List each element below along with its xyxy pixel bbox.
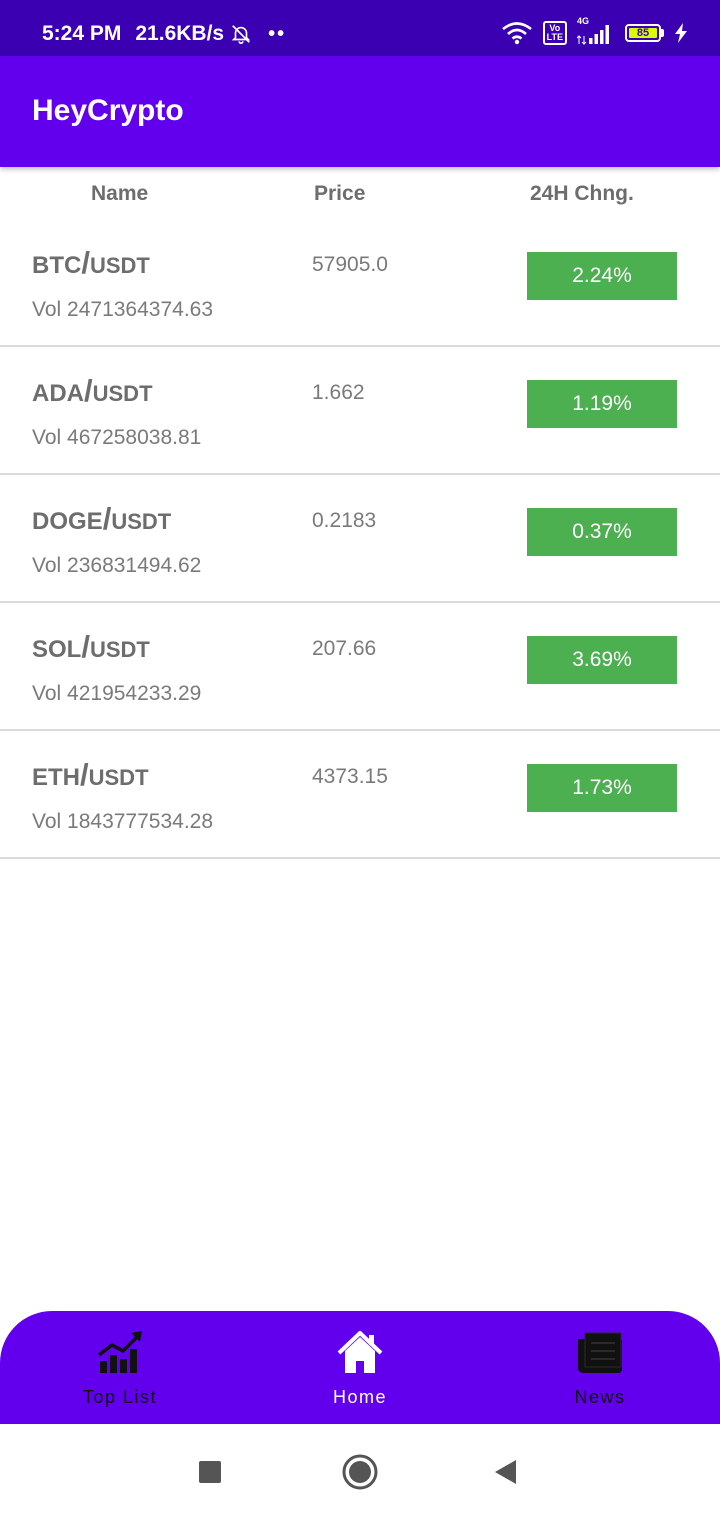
price: 207.66 <box>312 637 377 660</box>
quote-symbol: USDT <box>89 637 150 662</box>
crypto-row-doge[interactable]: DOGE/USDT Vol 236831494.62 0.2183 0.37% <box>0 475 720 603</box>
crypto-row-ada[interactable]: ADA/USDT Vol 467258038.81 1.662 1.19% <box>0 347 720 475</box>
wifi-icon <box>501 22 532 45</box>
volume: Vol 467258038.81 <box>32 426 202 449</box>
pair-slash: / <box>80 757 89 792</box>
volume: Vol 236831494.62 <box>32 554 202 577</box>
battery-indicator: 85 <box>625 24 664 42</box>
chart-trend-icon <box>97 1331 142 1373</box>
price: 0.2183 <box>312 509 377 532</box>
pair-name: BTC/USDT <box>32 245 150 281</box>
change-badge: 1.73% <box>527 764 677 812</box>
quote-symbol: USDT <box>111 509 172 534</box>
header-price: Price <box>314 182 366 205</box>
signal-bars-icon <box>577 25 609 45</box>
nav-label-news: News <box>574 1387 626 1407</box>
pair-slash: / <box>81 245 90 280</box>
nav-news[interactable]: News <box>480 1311 720 1424</box>
app-title: HeyCrypto <box>32 94 184 127</box>
header-name: Name <box>91 182 149 205</box>
crypto-row-btc[interactable]: BTC/USDT Vol 2471364374.63 57905.0 2.24% <box>0 219 720 347</box>
volume: Vol 1843777534.28 <box>32 810 214 833</box>
header-change: 24H Chng. <box>530 182 634 205</box>
app-bar: HeyCrypto <box>0 56 720 167</box>
home-icon <box>337 1331 383 1373</box>
cell-signal: 4G <box>577 16 615 46</box>
network-speed: 21.6KB/s <box>135 22 225 45</box>
change-badge: 0.37% <box>527 508 677 556</box>
crypto-row-sol[interactable]: SOL/USDT Vol 421954233.29 207.66 3.69% <box>0 603 720 731</box>
nav-home[interactable]: Home <box>240 1311 480 1424</box>
pair-name: DOGE/USDT <box>32 501 171 537</box>
charging-icon <box>675 23 687 43</box>
base-symbol: ADA <box>32 380 84 407</box>
newspaper-icon <box>578 1332 622 1373</box>
crypto-row-eth[interactable]: ETH/USDT Vol 1843777534.28 4373.15 1.73% <box>0 731 720 859</box>
base-symbol: ETH <box>32 764 80 791</box>
pair-name: ETH/USDT <box>32 757 149 793</box>
quote-symbol: USDT <box>88 765 149 790</box>
battery-level: 85 <box>629 28 657 39</box>
volte-bottom: LTE <box>546 32 563 42</box>
quote-symbol: USDT <box>89 253 150 278</box>
battery-body: 85 <box>625 24 661 42</box>
volte-icon: Vo LTE <box>542 21 567 45</box>
base-symbol: SOL <box>32 636 82 663</box>
quote-symbol: USDT <box>92 381 153 406</box>
volume: Vol 2471364374.63 <box>32 298 214 321</box>
change-badge: 3.69% <box>527 636 677 684</box>
pair-name: SOL/USDT <box>32 629 150 665</box>
price: 1.662 <box>312 381 365 404</box>
pair-slash: / <box>81 629 90 664</box>
change-badge: 2.24% <box>527 252 677 300</box>
nav-label-top-list: Top List <box>82 1387 158 1407</box>
base-symbol: BTC <box>32 252 82 279</box>
battery-tip <box>661 29 664 37</box>
system-navigation-bar <box>0 1424 720 1520</box>
status-left: 5:24 PM 21.6KB/s •• <box>42 22 286 46</box>
nav-label-home: Home <box>332 1387 387 1407</box>
status-time: 5:24 PM <box>42 22 122 45</box>
pair-name: ADA/USDT <box>32 373 153 409</box>
bottom-navigation: Top List Home News <box>0 1311 720 1424</box>
home-circle-icon[interactable] <box>340 1452 380 1492</box>
bell-off-icon <box>231 25 251 44</box>
volume: Vol 421954233.29 <box>32 682 202 705</box>
change-badge: 1.19% <box>527 380 677 428</box>
back-icon[interactable] <box>486 1452 526 1492</box>
notification-dots: •• <box>268 22 287 45</box>
status-bar: 5:24 PM 21.6KB/s •• Vo LTE 4G 85 <box>0 0 720 56</box>
pair-slash: / <box>84 373 93 408</box>
nav-top-list[interactable]: Top List <box>0 1311 240 1424</box>
recents-icon[interactable] <box>190 1452 230 1492</box>
base-symbol: DOGE <box>32 508 103 535</box>
price: 4373.15 <box>312 765 388 788</box>
status-right: Vo LTE 4G 85 <box>501 16 688 46</box>
price: 57905.0 <box>312 253 388 276</box>
